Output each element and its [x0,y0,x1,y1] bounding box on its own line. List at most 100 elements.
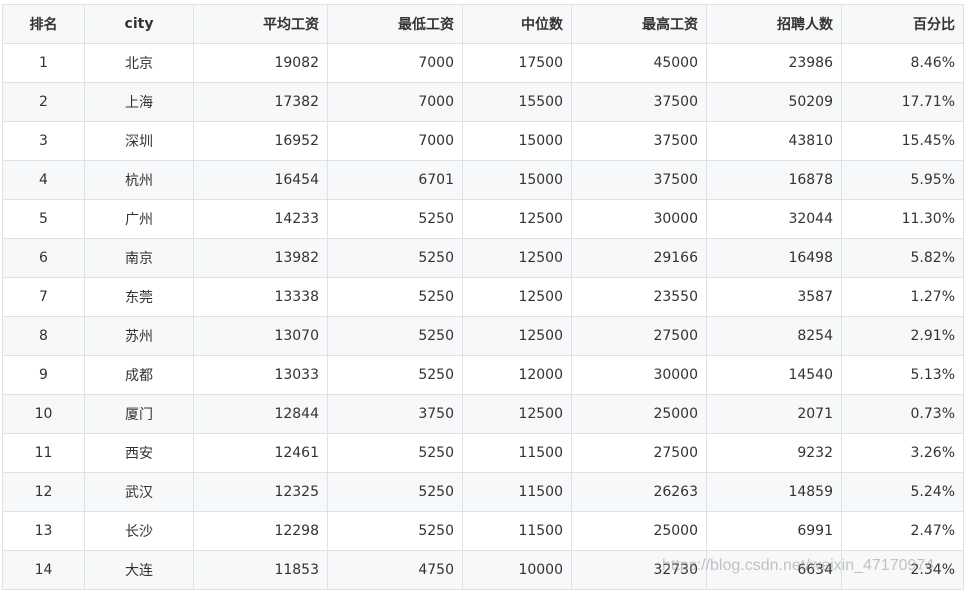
cell-city: 上海 [84,82,194,122]
cell-min-salary: 5250 [327,277,463,317]
cell-rank: 1 [2,43,85,83]
table-header-row: 排名 city 平均工资 最低工资 中位数 最高工资 招聘人数 百分比 [2,4,964,44]
cell-city: 长沙 [84,511,194,551]
cell-median: 17500 [462,43,572,83]
table-row: 14 大连 11853 4750 10000 32730 6634 2.34% [2,550,964,590]
cell-rank: 6 [2,238,85,278]
table-row: 11 西安 12461 5250 11500 27500 9232 3.26% [2,433,964,473]
cell-avg-salary: 13070 [193,316,328,356]
cell-rank: 9 [2,355,85,395]
cell-hires: 16498 [706,238,842,278]
header-city: city [84,4,194,44]
cell-rank: 5 [2,199,85,239]
cell-rank: 2 [2,82,85,122]
cell-percent: 3.26% [841,433,964,473]
cell-percent: 2.34% [841,550,964,590]
cell-city: 成都 [84,355,194,395]
cell-max-salary: 27500 [571,433,707,473]
cell-rank: 13 [2,511,85,551]
cell-max-salary: 25000 [571,394,707,434]
cell-hires: 32044 [706,199,842,239]
cell-min-salary: 5250 [327,238,463,278]
cell-hires: 2071 [706,394,842,434]
table-row: 8 苏州 13070 5250 12500 27500 8254 2.91% [2,316,964,356]
cell-min-salary: 5250 [327,316,463,356]
cell-median: 12500 [462,316,572,356]
cell-avg-salary: 12461 [193,433,328,473]
cell-max-salary: 25000 [571,511,707,551]
cell-max-salary: 27500 [571,316,707,356]
cell-hires: 8254 [706,316,842,356]
cell-percent: 5.24% [841,472,964,512]
cell-median: 12500 [462,199,572,239]
header-avg-salary: 平均工资 [193,4,328,44]
cell-rank: 10 [2,394,85,434]
cell-rank: 4 [2,160,85,200]
cell-avg-salary: 12844 [193,394,328,434]
cell-max-salary: 37500 [571,160,707,200]
cell-min-salary: 7000 [327,121,463,161]
cell-hires: 14859 [706,472,842,512]
header-max-salary: 最高工资 [571,4,707,44]
cell-hires: 14540 [706,355,842,395]
cell-percent: 5.95% [841,160,964,200]
cell-avg-salary: 17382 [193,82,328,122]
table-row: 13 长沙 12298 5250 11500 25000 6991 2.47% [2,511,964,551]
cell-max-salary: 37500 [571,82,707,122]
cell-avg-salary: 16952 [193,121,328,161]
cell-percent: 5.13% [841,355,964,395]
cell-median: 11500 [462,472,572,512]
cell-city: 广州 [84,199,194,239]
cell-hires: 9232 [706,433,842,473]
table-row: 5 广州 14233 5250 12500 30000 32044 11.30% [2,199,964,239]
cell-min-salary: 5250 [327,199,463,239]
table-row: 12 武汉 12325 5250 11500 26263 14859 5.24% [2,472,964,512]
cell-city: 武汉 [84,472,194,512]
cell-percent: 5.82% [841,238,964,278]
table-row: 7 东莞 13338 5250 12500 23550 3587 1.27% [2,277,964,317]
cell-avg-salary: 13338 [193,277,328,317]
cell-max-salary: 30000 [571,355,707,395]
cell-min-salary: 4750 [327,550,463,590]
header-percent: 百分比 [841,4,964,44]
header-min-salary: 最低工资 [327,4,463,44]
cell-avg-salary: 13033 [193,355,328,395]
cell-avg-salary: 16454 [193,160,328,200]
cell-avg-salary: 11853 [193,550,328,590]
cell-percent: 8.46% [841,43,964,83]
cell-city: 东莞 [84,277,194,317]
cell-hires: 23986 [706,43,842,83]
cell-city: 苏州 [84,316,194,356]
cell-city: 大连 [84,550,194,590]
cell-avg-salary: 19082 [193,43,328,83]
cell-percent: 17.71% [841,82,964,122]
cell-max-salary: 37500 [571,121,707,161]
cell-hires: 3587 [706,277,842,317]
header-rank: 排名 [2,4,85,44]
cell-hires: 6634 [706,550,842,590]
cell-rank: 12 [2,472,85,512]
cell-median: 12500 [462,394,572,434]
cell-median: 11500 [462,511,572,551]
cell-min-salary: 3750 [327,394,463,434]
table-row: 9 成都 13033 5250 12000 30000 14540 5.13% [2,355,964,395]
cell-median: 15000 [462,160,572,200]
cell-median: 11500 [462,433,572,473]
cell-city: 深圳 [84,121,194,161]
cell-rank: 7 [2,277,85,317]
cell-city: 西安 [84,433,194,473]
table-row: 2 上海 17382 7000 15500 37500 50209 17.71% [2,82,964,122]
cell-min-salary: 5250 [327,472,463,512]
cell-percent: 15.45% [841,121,964,161]
cell-hires: 6991 [706,511,842,551]
table-body: 1 北京 19082 7000 17500 45000 23986 8.46% 2 上海 17382… [2,43,964,590]
cell-median: 10000 [462,550,572,590]
cell-median: 12500 [462,238,572,278]
cell-min-salary: 7000 [327,82,463,122]
cell-median: 12500 [462,277,572,317]
cell-max-salary: 30000 [571,199,707,239]
cell-city: 北京 [84,43,194,83]
cell-hires: 43810 [706,121,842,161]
cell-min-salary: 7000 [327,43,463,83]
header-hires: 招聘人数 [706,4,842,44]
